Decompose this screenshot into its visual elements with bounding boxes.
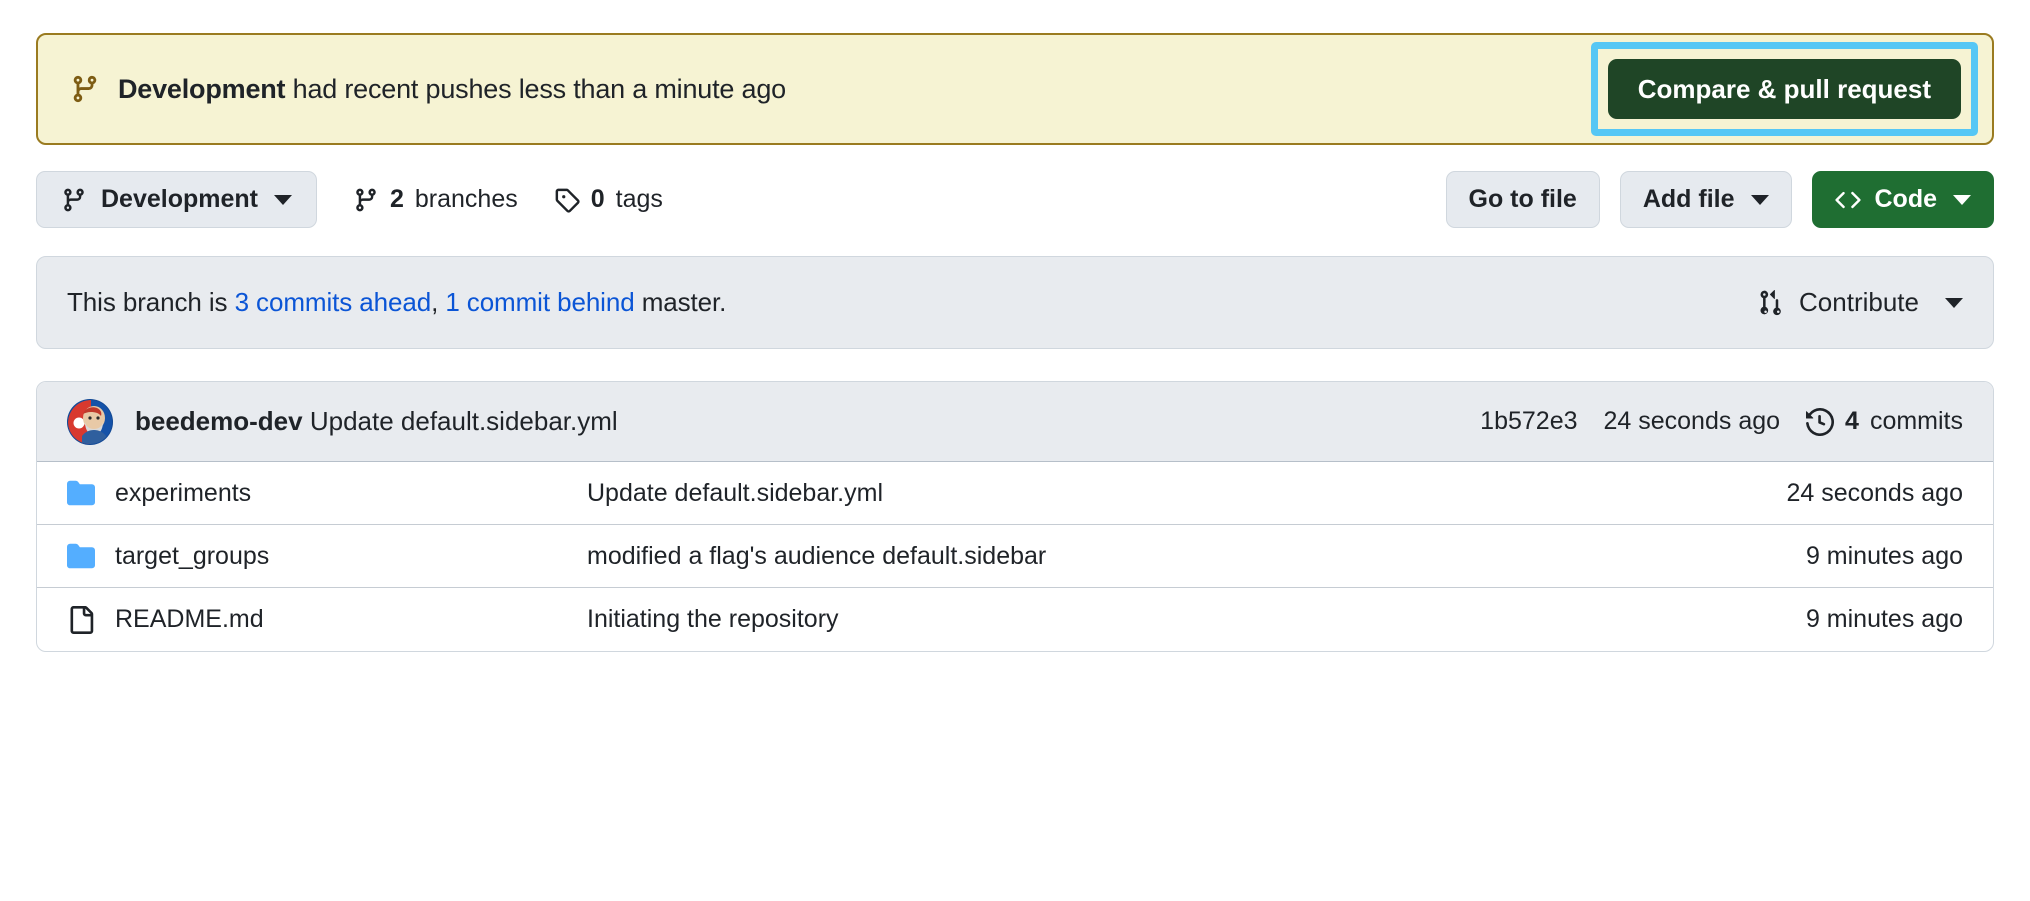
tags-count-link[interactable]: 0 tags xyxy=(554,185,663,214)
folder-icon xyxy=(67,479,95,507)
branch-status-suffix: master. xyxy=(635,287,727,317)
file-name-cell: README.md xyxy=(67,605,587,634)
go-to-file-button[interactable]: Go to file xyxy=(1446,171,1600,228)
chevron-down-icon xyxy=(1751,195,1769,205)
code-button-label: Code xyxy=(1875,185,1938,214)
file-commit-time: 24 seconds ago xyxy=(1786,479,1963,508)
table-row[interactable]: README.md Initiating the repository 9 mi… xyxy=(37,588,1993,651)
latest-commit-header: beedemo-dev Update default.sidebar.yml 1… xyxy=(37,382,1993,462)
branches-label: branches xyxy=(415,185,518,214)
branches-count: 2 xyxy=(390,185,404,214)
chevron-down-icon xyxy=(274,195,292,205)
chevron-down-icon xyxy=(1953,195,1971,205)
repo-toolbar: Development 2 branches 0 xyxy=(36,171,1994,228)
commits-behind-link[interactable]: 1 commit behind xyxy=(445,287,634,317)
branch-icon xyxy=(61,187,87,213)
code-brackets-icon xyxy=(1835,187,1861,213)
recent-push-banner: Development had recent pushes less than … xyxy=(36,33,1994,145)
recent-push-branch-name: Development xyxy=(118,74,285,104)
tags-label: tags xyxy=(616,185,663,214)
branch-icon xyxy=(353,187,379,213)
table-row[interactable]: target_groups modified a flag's audience… xyxy=(37,525,1993,588)
file-commit-message[interactable]: Update default.sidebar.yml xyxy=(587,479,1786,508)
git-pull-request-icon xyxy=(1758,289,1785,316)
tags-count: 0 xyxy=(591,185,605,214)
commits-ahead-link[interactable]: 3 commits ahead xyxy=(235,287,431,317)
file-name-cell: target_groups xyxy=(67,542,587,571)
contribute-button[interactable]: Contribute xyxy=(1758,287,1963,318)
chevron-down-icon xyxy=(1945,298,1963,308)
branch-selector-button[interactable]: Development xyxy=(36,171,317,228)
commit-time: 24 seconds ago xyxy=(1604,407,1781,436)
recent-push-text: Development had recent pushes less than … xyxy=(118,74,786,105)
table-row[interactable]: experiments Update default.sidebar.yml 2… xyxy=(37,462,1993,525)
branch-status-strip: This branch is 3 commits ahead, 1 commit… xyxy=(36,256,1994,349)
branches-count-link[interactable]: 2 branches xyxy=(353,185,518,214)
commits-count-label: commits xyxy=(1870,407,1963,436)
commits-count: 4 xyxy=(1845,407,1859,436)
branch-status-separator: , xyxy=(431,287,445,317)
recent-push-suffix: had recent pushes less than a minute ago xyxy=(285,74,786,104)
history-icon xyxy=(1806,408,1834,436)
add-file-label: Add file xyxy=(1643,185,1735,214)
file-commit-time: 9 minutes ago xyxy=(1806,542,1963,571)
repo-page: Development had recent pushes less than … xyxy=(0,33,2030,652)
file-name[interactable]: README.md xyxy=(115,605,264,634)
avatar[interactable] xyxy=(67,399,113,445)
latest-commit-meta: 1b572e3 24 seconds ago 4 commits xyxy=(1480,407,1963,436)
compare-pull-request-highlight: Compare & pull request xyxy=(1591,42,1978,137)
recent-push-message-group: Development had recent pushes less than … xyxy=(70,74,786,105)
branch-status-prefix: This branch is xyxy=(67,287,235,317)
add-file-button[interactable]: Add file xyxy=(1620,171,1792,228)
file-commit-message[interactable]: modified a flag's audience default.sideb… xyxy=(587,542,1806,571)
file-table: beedemo-dev Update default.sidebar.yml 1… xyxy=(36,381,1994,652)
code-button[interactable]: Code xyxy=(1812,171,1995,228)
branch-status-text: This branch is 3 commits ahead, 1 commit… xyxy=(67,287,726,318)
tag-icon xyxy=(554,187,580,213)
commit-author-name[interactable]: beedemo-dev xyxy=(135,406,303,436)
file-commit-message[interactable]: Initiating the repository xyxy=(587,605,1806,634)
toolbar-right-group: Go to file Add file Code xyxy=(1446,171,1995,228)
commit-message-text[interactable]: Update default.sidebar.yml xyxy=(303,406,618,436)
commit-history-link[interactable]: 4 commits xyxy=(1806,407,1963,436)
latest-commit-message: beedemo-dev Update default.sidebar.yml xyxy=(135,406,618,437)
branch-selector-label: Development xyxy=(101,185,258,214)
compare-pull-request-button[interactable]: Compare & pull request xyxy=(1608,59,1961,120)
file-commit-time: 9 minutes ago xyxy=(1806,605,1963,634)
contribute-label: Contribute xyxy=(1799,287,1919,318)
file-name-cell: experiments xyxy=(67,479,587,508)
toolbar-left-group: Development 2 branches 0 xyxy=(36,171,663,228)
folder-icon xyxy=(67,542,95,570)
commit-sha[interactable]: 1b572e3 xyxy=(1480,407,1577,436)
branch-icon xyxy=(70,74,100,104)
file-icon xyxy=(67,606,95,634)
file-name[interactable]: target_groups xyxy=(115,542,269,571)
latest-commit-author-group: beedemo-dev Update default.sidebar.yml xyxy=(67,399,618,445)
file-name[interactable]: experiments xyxy=(115,479,251,508)
